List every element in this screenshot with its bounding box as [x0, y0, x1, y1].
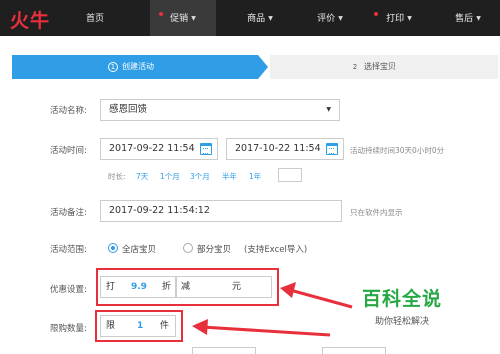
bottom-button-right[interactable]	[322, 347, 386, 354]
watermark-title: 百科全说	[361, 288, 442, 310]
watermark-subtitle: 助你轻松解决	[374, 317, 429, 327]
watermark-brand: 百科全说 助你轻松解决	[338, 284, 466, 327]
bottom-button-left[interactable]	[192, 347, 256, 354]
arrow-to-limit	[192, 319, 331, 337]
